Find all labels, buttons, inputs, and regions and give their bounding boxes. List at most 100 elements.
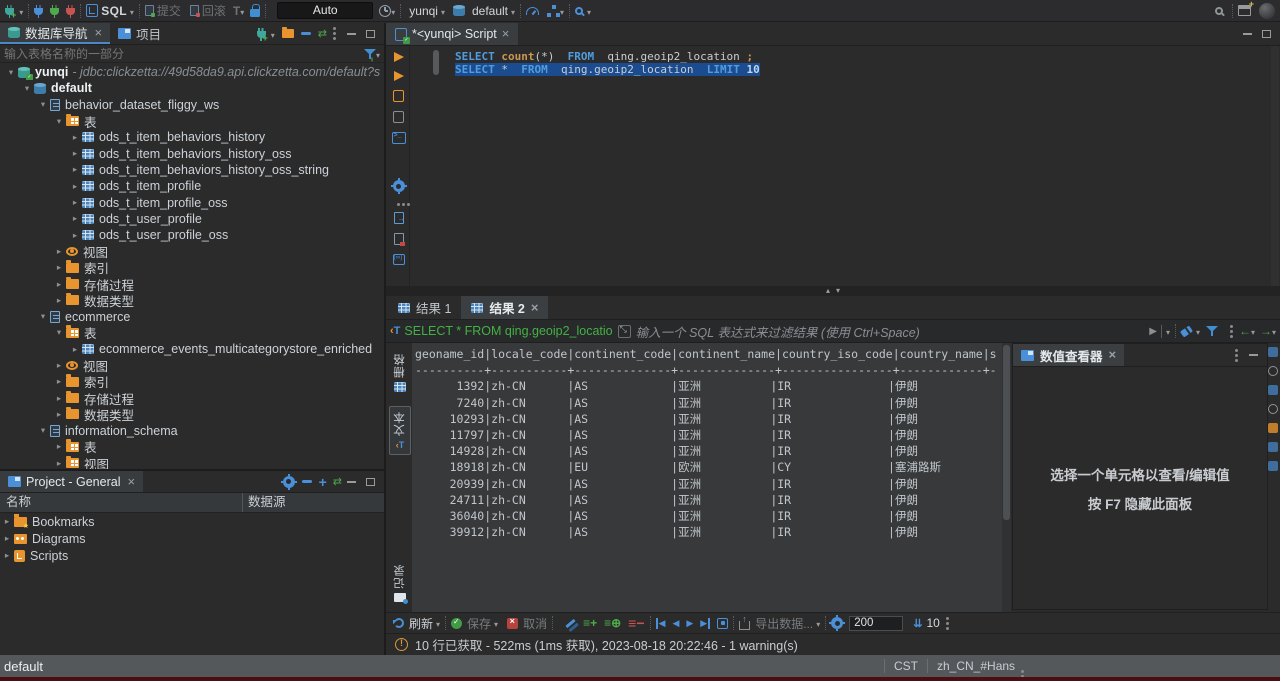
result-text-line[interactable]: 20939|zh-CN |AS |亚洲 |IR |伊朗	[415, 476, 1002, 492]
tab-value-viewer[interactable]: 数值查看器	[1013, 344, 1124, 366]
tree-chevron[interactable]: ▸	[52, 262, 66, 273]
fetch-next-segment-icon[interactable]	[913, 616, 922, 630]
panel-menu-icon[interactable]	[1235, 349, 1238, 352]
new-connection-dropdown[interactable]	[19, 4, 23, 18]
transaction-log-icon[interactable]: T	[233, 4, 240, 18]
results-view-tab-text[interactable]: 文本 ‹T	[389, 406, 411, 455]
refresh-icon[interactable]	[394, 618, 404, 628]
result-text-line[interactable]: 10293|zh-CN |AS |亚洲 |IR |伊朗	[415, 411, 1002, 427]
tree-chevron[interactable]: ▸	[52, 441, 66, 452]
tree-chevron[interactable]: ▸	[68, 164, 82, 175]
tree-item[interactable]: ▾ default	[0, 80, 384, 96]
apply-filter-icon[interactable]: ▶	[1149, 326, 1157, 337]
gear-icon[interactable]	[831, 617, 843, 629]
project-item[interactable]: ▸ Diagrams	[0, 530, 384, 547]
open-declaration-icon[interactable]	[393, 254, 405, 265]
tree-item[interactable]: ▸ ods_t_user_profile	[0, 211, 384, 227]
refresh-dropdown[interactable]	[436, 616, 440, 630]
result-text-line[interactable]: 7240|zh-CN |AS |亚洲 |IR |伊朗	[415, 395, 1002, 411]
tree-chevron[interactable]: ▸	[68, 148, 82, 159]
execute-script-icon[interactable]	[393, 90, 404, 102]
filter-funnel-icon[interactable]	[364, 48, 376, 60]
edit-cell-icon[interactable]	[565, 618, 575, 627]
maximize-icon[interactable]	[366, 30, 375, 38]
tree-chevron[interactable]: ▸	[52, 246, 66, 257]
results-view-tab-record[interactable]: 记录	[390, 560, 410, 606]
clear-filter-icon[interactable]	[1180, 325, 1193, 337]
cancel-button[interactable]: 取消	[523, 615, 547, 632]
last-row-icon[interactable]: ▶	[700, 618, 710, 629]
tree-item[interactable]: ▾ behavior_dataset_fliggy_ws	[0, 97, 384, 113]
tree-chevron[interactable]: ▸	[52, 458, 66, 469]
tree-chevron[interactable]: ▸	[0, 550, 14, 561]
tree-item[interactable]: ▸ ods_t_item_behaviors_history_oss_strin…	[0, 162, 384, 178]
sql-editor-dropdown[interactable]	[130, 4, 134, 18]
results-view-tab-grid[interactable]: 栅格	[390, 349, 410, 396]
tab-projects[interactable]: 项目	[110, 23, 169, 44]
tree-chevron[interactable]: ▾	[52, 327, 66, 338]
search-icon[interactable]	[575, 7, 583, 15]
tree-item[interactable]: ▾ yunqi - jdbc:clickzetta://49d58da9.api…	[0, 64, 384, 80]
tree-item[interactable]: ▸ 视图	[0, 357, 384, 373]
connection-dropdown[interactable]	[441, 4, 445, 18]
panel-calc-icon[interactable]	[1268, 404, 1278, 414]
toolbar-overflow-icon[interactable]	[946, 617, 949, 620]
minimize-icon[interactable]	[1249, 354, 1258, 356]
maximize-icon[interactable]	[1262, 30, 1271, 38]
tab-database-navigator[interactable]: 数据库导航	[0, 23, 110, 44]
search-dropdown[interactable]	[587, 4, 591, 18]
project-item[interactable]: ▸ Bookmarks	[0, 513, 384, 530]
tree-chevron[interactable]: ▸	[0, 533, 14, 544]
close-icon[interactable]	[127, 475, 135, 489]
export-dropdown[interactable]	[816, 616, 820, 630]
select-row-icon[interactable]	[717, 618, 728, 629]
commit-mode-combo[interactable]: Auto	[277, 2, 373, 19]
new-connection-dropdown[interactable]	[271, 27, 275, 41]
collapse-up-icon[interactable]: ▴	[826, 286, 830, 296]
warning-icon[interactable]	[395, 638, 408, 651]
database-dropdown[interactable]	[511, 4, 515, 18]
save-script-icon[interactable]	[394, 233, 404, 245]
tree-chevron[interactable]: ▸	[68, 344, 82, 355]
schema-compare-icon[interactable]	[547, 5, 560, 17]
tree-chevron[interactable]: ▾	[36, 425, 50, 436]
results-filter-bar[interactable]: ‹T SELECT * FROM qing.geoip2_locatio 输入一…	[386, 320, 1280, 343]
refresh-button[interactable]: 刷新	[409, 615, 433, 632]
connect-icon[interactable]	[34, 8, 43, 15]
custom-filter-icon[interactable]	[1206, 325, 1218, 337]
export-button[interactable]: 导出数据...	[755, 615, 813, 632]
save-button[interactable]: 保存	[467, 615, 491, 632]
results-scrollbar[interactable]	[1002, 343, 1011, 612]
save-dropdown[interactable]	[494, 616, 498, 630]
tree-item[interactable]: ▸ 存储过程	[0, 390, 384, 406]
explain-plan-icon[interactable]	[393, 111, 404, 123]
filter-history-dropdown[interactable]	[1166, 324, 1170, 338]
sql-code-line[interactable]: SELECT count(*) FROM qing.geoip2_locatio…	[455, 50, 753, 63]
fetch-size-input[interactable]	[849, 616, 903, 631]
tab-project-general[interactable]: Project - General	[0, 471, 143, 492]
panel-value-icon[interactable]	[1268, 347, 1278, 357]
minimize-icon[interactable]	[347, 33, 356, 35]
transaction-timer-icon[interactable]	[379, 5, 391, 17]
tree-item[interactable]: ▸ ods_t_item_behaviors_history_oss	[0, 145, 384, 161]
schema-compare-dropdown[interactable]	[560, 4, 564, 18]
tree-item[interactable]: ▸ ods_t_item_profile_oss	[0, 194, 384, 210]
editor-results-splitter[interactable]: ▴▾	[386, 286, 1280, 296]
add-row-icon[interactable]: ≡+	[583, 616, 597, 630]
clear-filter-dropdown[interactable]	[1196, 324, 1200, 338]
tree-chevron[interactable]: ▾	[36, 311, 50, 322]
result-text-line[interactable]: 18918|zh-CN |EU |欧洲 |CY |塞浦路斯	[415, 459, 1002, 475]
tree-chevron[interactable]: ▸	[52, 409, 66, 420]
panel-grouping-icon[interactable]	[1268, 385, 1278, 395]
tree-item[interactable]: ▾ 表	[0, 113, 384, 129]
collapse-all-icon[interactable]	[302, 480, 312, 483]
commit-icon[interactable]	[145, 5, 154, 16]
result-text-line[interactable]: 14928|zh-CN |AS |亚洲 |IR |伊朗	[415, 443, 1002, 459]
tree-item[interactable]: ▸ 表	[0, 439, 384, 455]
panel-references-icon[interactable]	[1268, 423, 1278, 433]
expand-all-icon[interactable]: +	[319, 477, 327, 487]
statusbar-menu-icon[interactable]	[1021, 670, 1024, 673]
view-menu-icon[interactable]	[333, 27, 336, 30]
tree-chevron[interactable]: ▾	[36, 99, 50, 110]
filter-menu-icon[interactable]	[1230, 325, 1233, 328]
